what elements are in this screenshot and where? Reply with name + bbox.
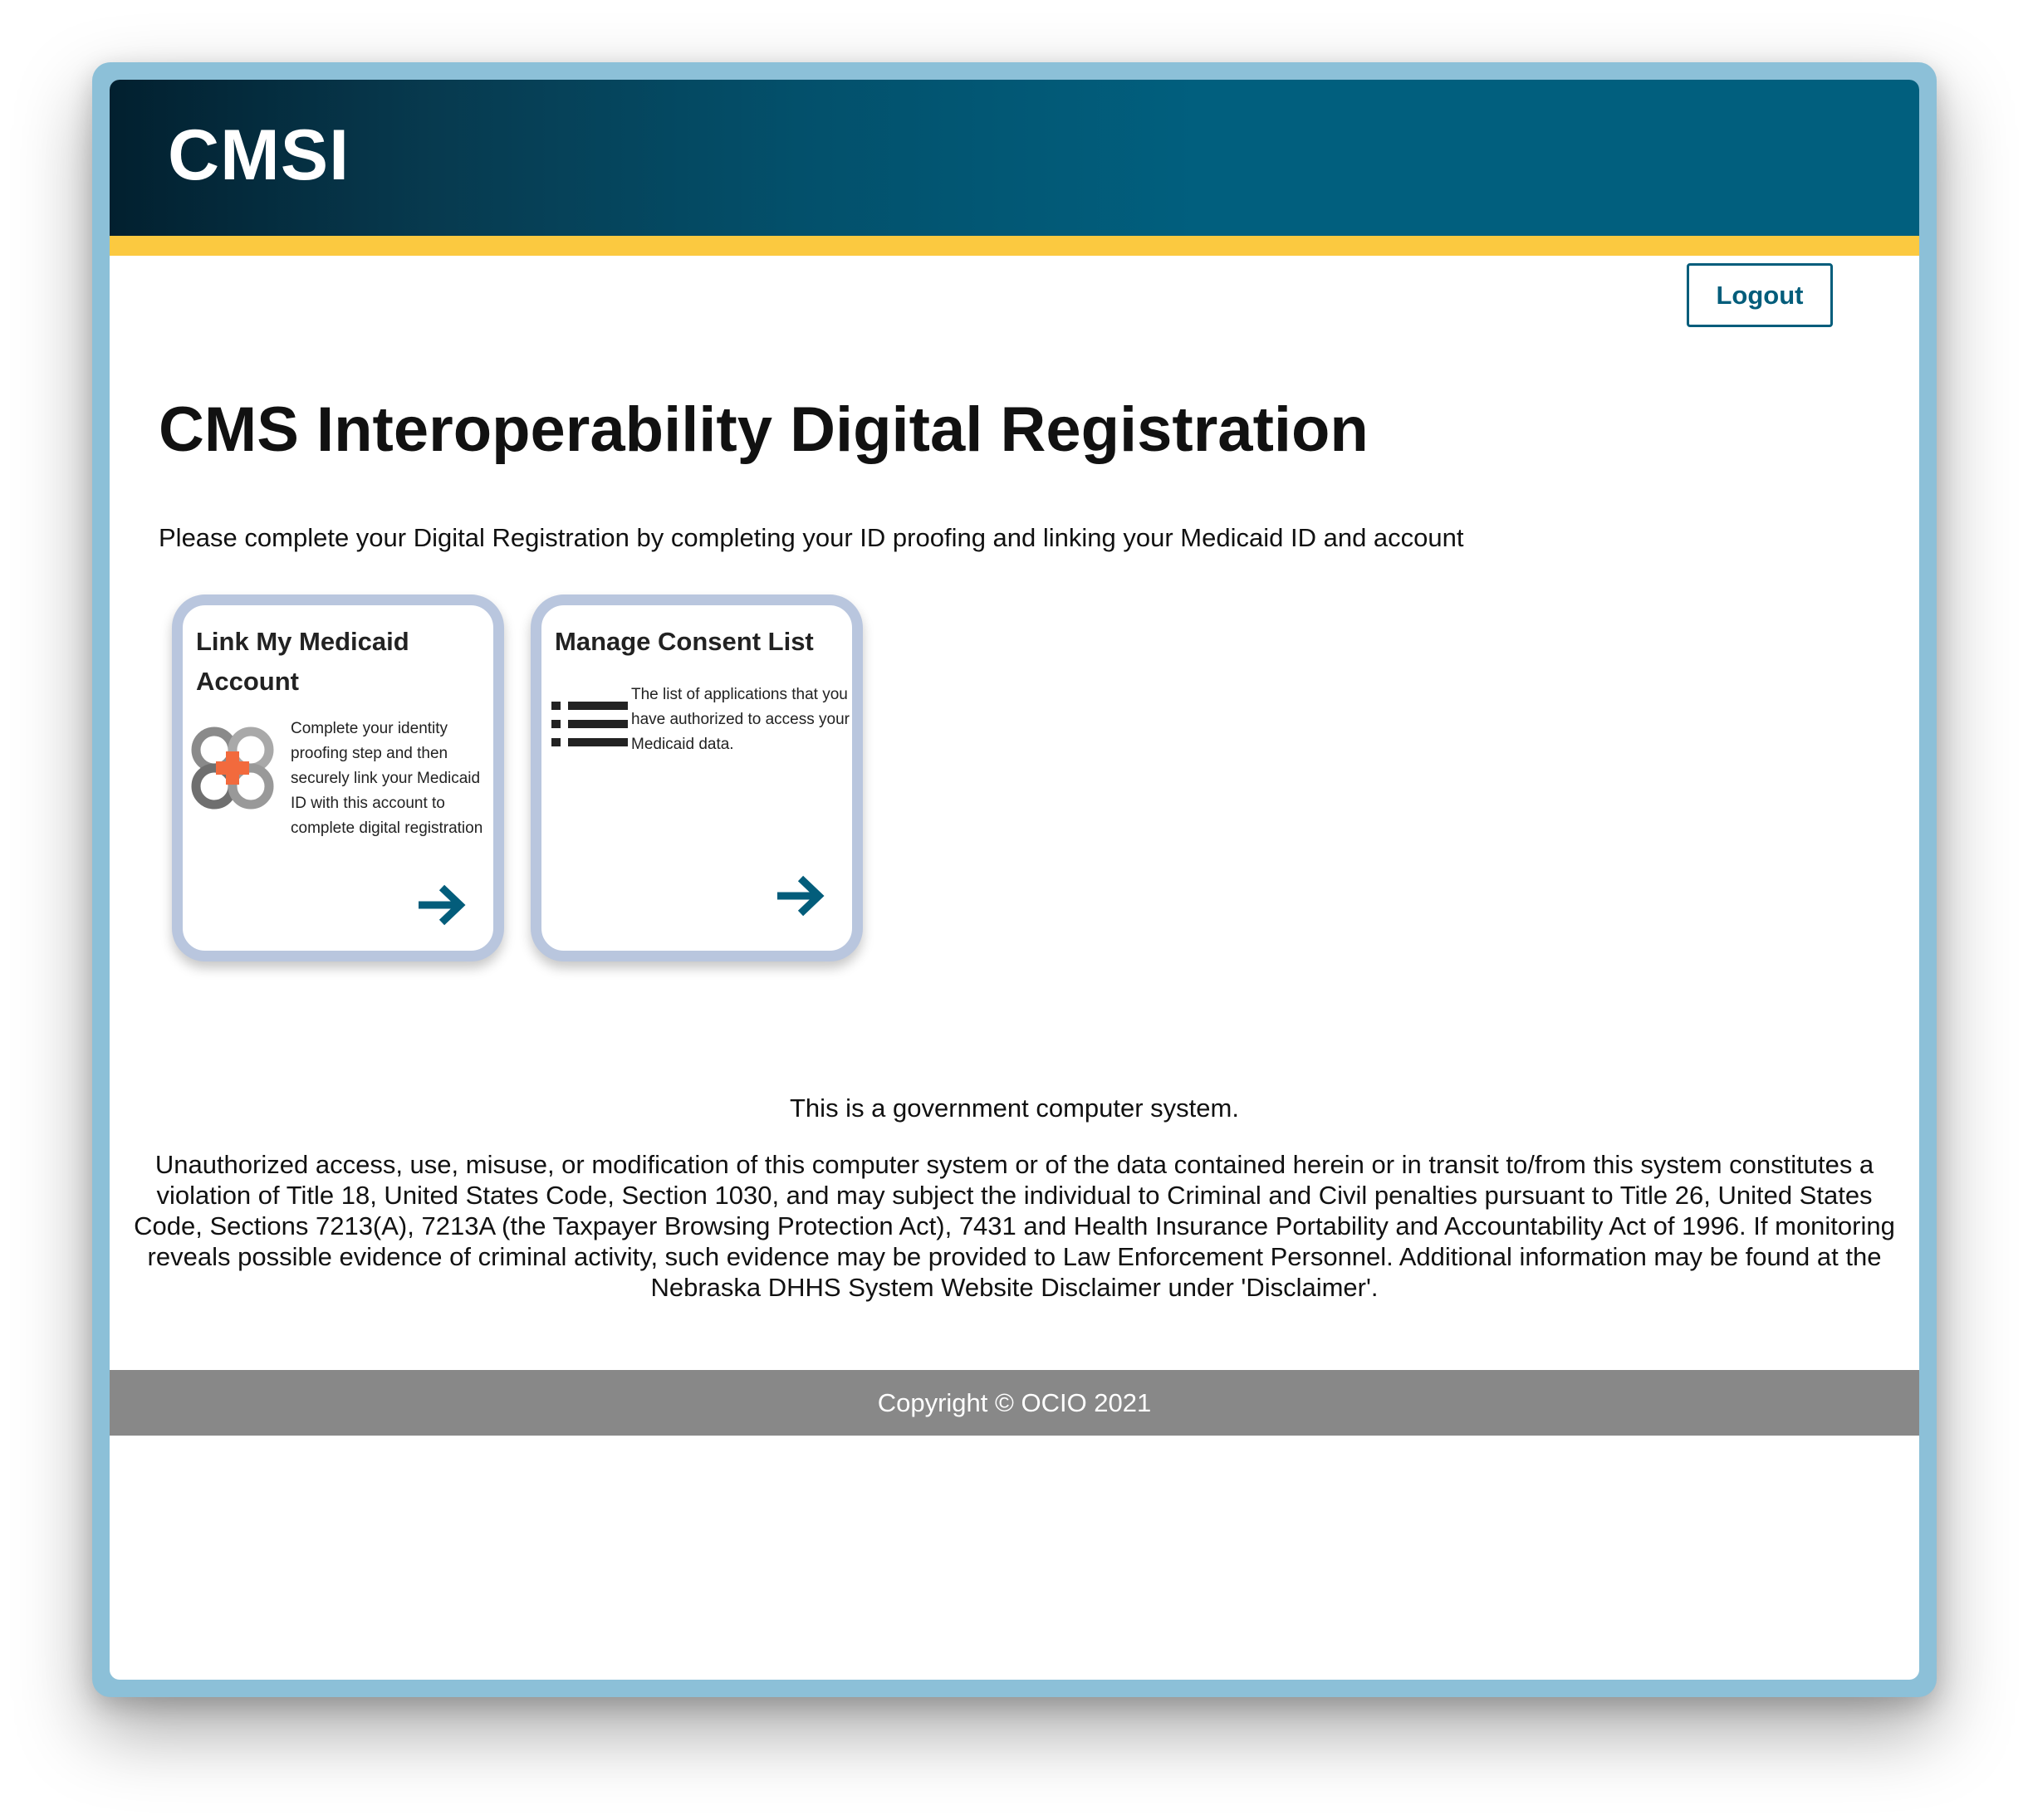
app-window: CMSI Logout CMS Interoperability Digital… — [110, 80, 1919, 1680]
card-title: Link My Medicaid Account — [196, 627, 409, 696]
header-accent-stripe — [110, 236, 1919, 256]
logout-button[interactable]: Logout — [1687, 263, 1833, 327]
intro-text: Please complete your Digital Registratio… — [159, 523, 1464, 552]
card-description: The list of applications that you have a… — [631, 686, 850, 753]
manage-consent-list-card[interactable]: Manage Consent List The list of applicat… — [531, 594, 863, 961]
copyright-text: Copyright © OCIO 2021 — [877, 1387, 1152, 1417]
disclaimer-heading: This is a government computer system. — [790, 1093, 1239, 1123]
site-header: CMSI — [110, 80, 1919, 236]
card-description: Complete your identity proofing step and… — [291, 720, 483, 837]
link-medicaid-account-card[interactable]: Link My Medicaid Account Complete your i… — [172, 594, 504, 961]
disclaimer-body: Unauthorized access, use, misuse, or mod… — [134, 1150, 1895, 1302]
medicaid-link-icon — [191, 727, 274, 810]
browser-window-frame: CMSI Logout CMS Interoperability Digital… — [92, 62, 1937, 1697]
arrow-right-icon[interactable] — [774, 873, 827, 918]
page-title: CMS Interoperability Digital Registratio… — [159, 394, 1369, 465]
site-footer: Copyright © OCIO 2021 — [110, 1370, 1919, 1436]
arrow-right-icon[interactable] — [415, 883, 468, 927]
list-icon — [551, 702, 628, 746]
card-title: Manage Consent List — [555, 627, 814, 656]
app-title: CMSI — [168, 115, 350, 195]
